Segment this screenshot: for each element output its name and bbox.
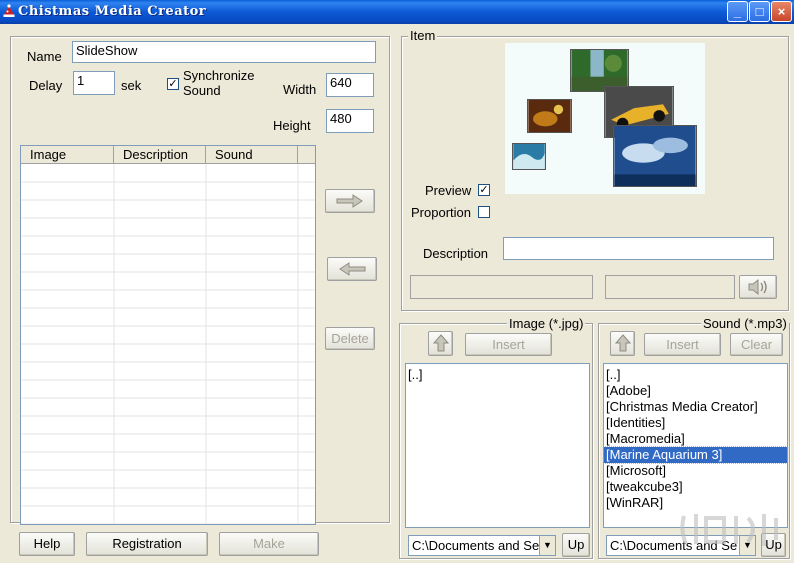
chevron-down-icon[interactable]: ▼ — [539, 536, 555, 555]
sound-list-item[interactable]: [Marine Aquarium 3] — [604, 446, 787, 464]
arrow-right-icon — [336, 194, 363, 208]
column-header-image[interactable]: Image — [21, 146, 114, 164]
image-path-combo[interactable]: C:\Documents and Se ▼ — [408, 535, 556, 556]
sound-label: Sound — [183, 83, 221, 98]
sound-list-item[interactable]: [tweakcube3] — [604, 479, 787, 495]
delay-unit-label: sek — [121, 78, 142, 93]
image-insert-button[interactable]: Insert — [465, 333, 552, 356]
image-path-value: C:\Documents and Se — [412, 538, 540, 553]
name-input[interactable]: SlideShow — [72, 41, 376, 63]
window-title: Chistmas Media Creator — [18, 4, 207, 19]
preview-checkbox[interactable]: ✓ — [478, 184, 490, 196]
item-preview — [505, 43, 705, 194]
add-to-slideshow-button[interactable] — [325, 189, 375, 213]
sound-panel-title: Sound (*.mp3) — [701, 316, 789, 331]
proportion-label: Proportion — [411, 205, 471, 220]
sound-list-item[interactable]: [Identities] — [604, 415, 787, 431]
preview-thumb-clouds — [613, 125, 697, 187]
main-window: Chistmas Media Creator _ □ × Name SlideS… — [0, 0, 794, 563]
description-label: Description — [423, 246, 489, 261]
remove-from-slideshow-button[interactable] — [327, 257, 377, 281]
delay-label: Delay — [29, 78, 63, 93]
preview-thumb-wave — [512, 143, 546, 170]
help-button[interactable]: Help — [19, 532, 75, 556]
minimize-button[interactable]: _ — [727, 1, 748, 22]
image-panel-title: Image (*.jpg) — [507, 316, 586, 331]
width-label: Width — [283, 82, 317, 97]
column-header-sound[interactable]: Sound — [206, 146, 298, 164]
width-input[interactable]: 640 — [326, 73, 374, 97]
preview-thumb-food — [527, 99, 572, 133]
arrow-up-icon — [432, 334, 449, 352]
image-up-button[interactable]: Up — [562, 533, 590, 557]
table-header: Image Description Sound — [21, 146, 315, 164]
sound-list-item[interactable]: [..] — [604, 367, 787, 383]
delete-button[interactable]: Delete — [325, 327, 375, 350]
slides-table[interactable]: Image Description Sound — [20, 145, 316, 525]
description-input[interactable] — [503, 237, 774, 260]
play-sound-button[interactable] — [739, 275, 777, 299]
sound-file-display — [605, 275, 735, 299]
image-file-display — [410, 275, 593, 299]
make-button[interactable]: Make — [219, 532, 319, 556]
column-header-description[interactable]: Description — [114, 146, 206, 164]
sound-up-folder-button[interactable] — [610, 331, 635, 356]
sound-list-item[interactable]: [Christmas Media Creator] — [604, 399, 787, 415]
maximize-button[interactable]: □ — [749, 1, 770, 22]
title-bar[interactable]: Chistmas Media Creator _ □ × — [0, 0, 794, 24]
height-label: Height — [273, 118, 311, 133]
item-group-title: Item — [408, 28, 438, 43]
proportion-checkbox[interactable] — [478, 206, 490, 218]
preview-label: Preview — [425, 183, 472, 198]
synchronize-sound-checkbox[interactable]: ✓ — [167, 78, 179, 90]
sound-list-item[interactable]: [Microsoft] — [604, 463, 787, 479]
arrow-up-icon — [614, 334, 631, 352]
arrow-left-icon — [339, 262, 366, 276]
watermark-logo — [680, 514, 778, 546]
sound-list-item[interactable]: [Adobe] — [604, 383, 787, 399]
name-label: Name — [27, 49, 62, 64]
delay-input[interactable]: 1 — [73, 71, 115, 95]
image-up-folder-button[interactable] — [428, 331, 453, 356]
sound-file-list[interactable]: [..] [Adobe] [Christmas Media Creator] [Ide… — [603, 363, 788, 528]
image-file-list[interactable]: [..] — [405, 363, 590, 528]
height-input[interactable]: 480 — [326, 109, 374, 133]
sound-list-item[interactable]: [Macromedia] — [604, 431, 787, 447]
registration-button[interactable]: Registration — [86, 532, 208, 556]
sound-clear-button[interactable]: Clear — [730, 333, 783, 356]
close-button[interactable]: × — [771, 1, 792, 22]
speaker-icon — [748, 278, 767, 296]
synchronize-label: Synchronize — [183, 68, 255, 83]
app-icon — [3, 4, 15, 17]
table-grid — [21, 164, 315, 524]
image-list-item[interactable]: [..] — [406, 367, 589, 383]
sound-insert-button[interactable]: Insert — [644, 333, 721, 356]
